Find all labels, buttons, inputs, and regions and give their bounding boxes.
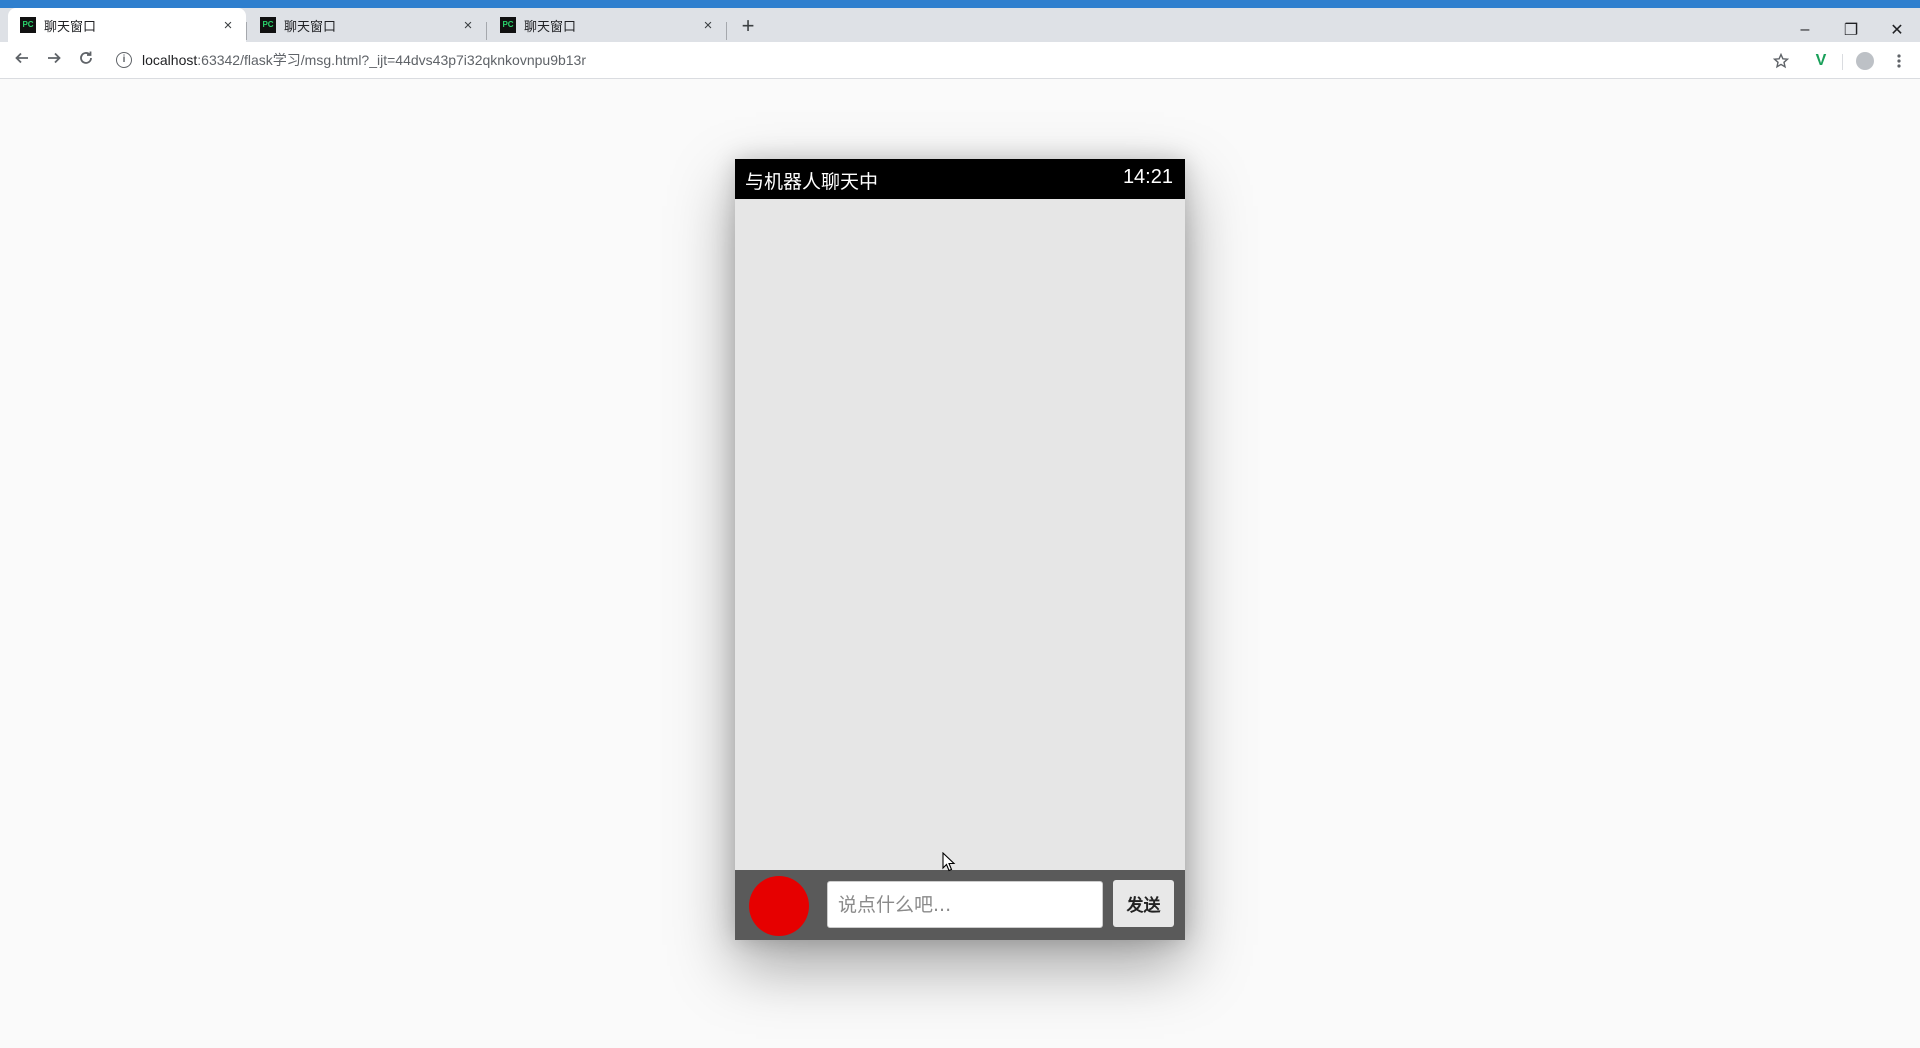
url-host: localhost — [142, 52, 198, 68]
address-bar[interactable]: i localhost:63342/flask学习/msg.html?_ijt=… — [110, 46, 1770, 74]
record-button[interactable] — [749, 876, 809, 936]
pycharm-favicon-icon: PC — [500, 17, 516, 33]
chat-input-bar: 发送 — [735, 870, 1185, 940]
chat-header: 与机器人聊天中 14:21 — [735, 159, 1185, 199]
back-arrow-icon[interactable] — [12, 50, 32, 70]
close-window-icon[interactable]: ✕ — [1874, 16, 1920, 44]
toolbar-divider — [1842, 54, 1843, 70]
mouse-pointer-icon — [942, 852, 956, 872]
chat-time: 14:21 — [1122, 166, 1173, 188]
avatar — [1856, 52, 1874, 70]
pycharm-favicon-icon: PC — [20, 17, 36, 33]
tab-title: 聊天窗口 — [44, 18, 97, 34]
chat-title: 与机器人聊天中 — [745, 172, 879, 193]
browser-toolbar: i localhost:63342/flask学习/msg.html?_ijt=… — [0, 42, 1920, 79]
restore-icon[interactable]: ❐ — [1828, 16, 1874, 44]
tab-strip: PC 聊天窗口 × PC 聊天窗口 × PC 聊天窗口 × + – ❐ ✕ — [0, 8, 1920, 42]
url-path: :63342/flask学习/msg.html?_ijt=44dvs43p7i3… — [197, 52, 587, 68]
new-tab-button[interactable]: + — [738, 15, 758, 37]
tab-divider — [726, 22, 727, 40]
message-list[interactable] — [735, 199, 1185, 870]
browser-top-border — [0, 0, 1920, 8]
kebab-menu-icon[interactable] — [1888, 50, 1910, 72]
close-tab-icon[interactable]: × — [220, 17, 236, 34]
message-input[interactable] — [827, 881, 1103, 928]
send-button[interactable]: 发送 — [1113, 880, 1174, 927]
reload-icon[interactable] — [76, 50, 96, 70]
tab-title: 聊天窗口 — [524, 18, 577, 34]
v-extension-icon[interactable]: V — [1810, 50, 1832, 72]
pycharm-favicon-icon: PC — [260, 17, 276, 33]
star-icon[interactable] — [1770, 50, 1792, 72]
close-tab-icon[interactable]: × — [460, 17, 476, 34]
browser-tab-2[interactable]: PC 聊天窗口 × — [248, 8, 486, 42]
chat-window: 与机器人聊天中 14:21 发送 — [735, 159, 1185, 940]
tab-title: 聊天窗口 — [284, 18, 337, 34]
tab-divider — [486, 22, 487, 40]
minimize-icon[interactable]: – — [1782, 16, 1828, 44]
browser-tab-3[interactable]: PC 聊天窗口 × — [488, 8, 726, 42]
forward-arrow-icon[interactable] — [44, 50, 64, 70]
tab-divider — [246, 22, 247, 40]
info-icon[interactable]: i — [116, 52, 132, 68]
avatar-icon[interactable] — [1854, 50, 1876, 72]
close-tab-icon[interactable]: × — [700, 17, 716, 34]
browser-tab-1[interactable]: PC 聊天窗口 × — [8, 8, 246, 42]
